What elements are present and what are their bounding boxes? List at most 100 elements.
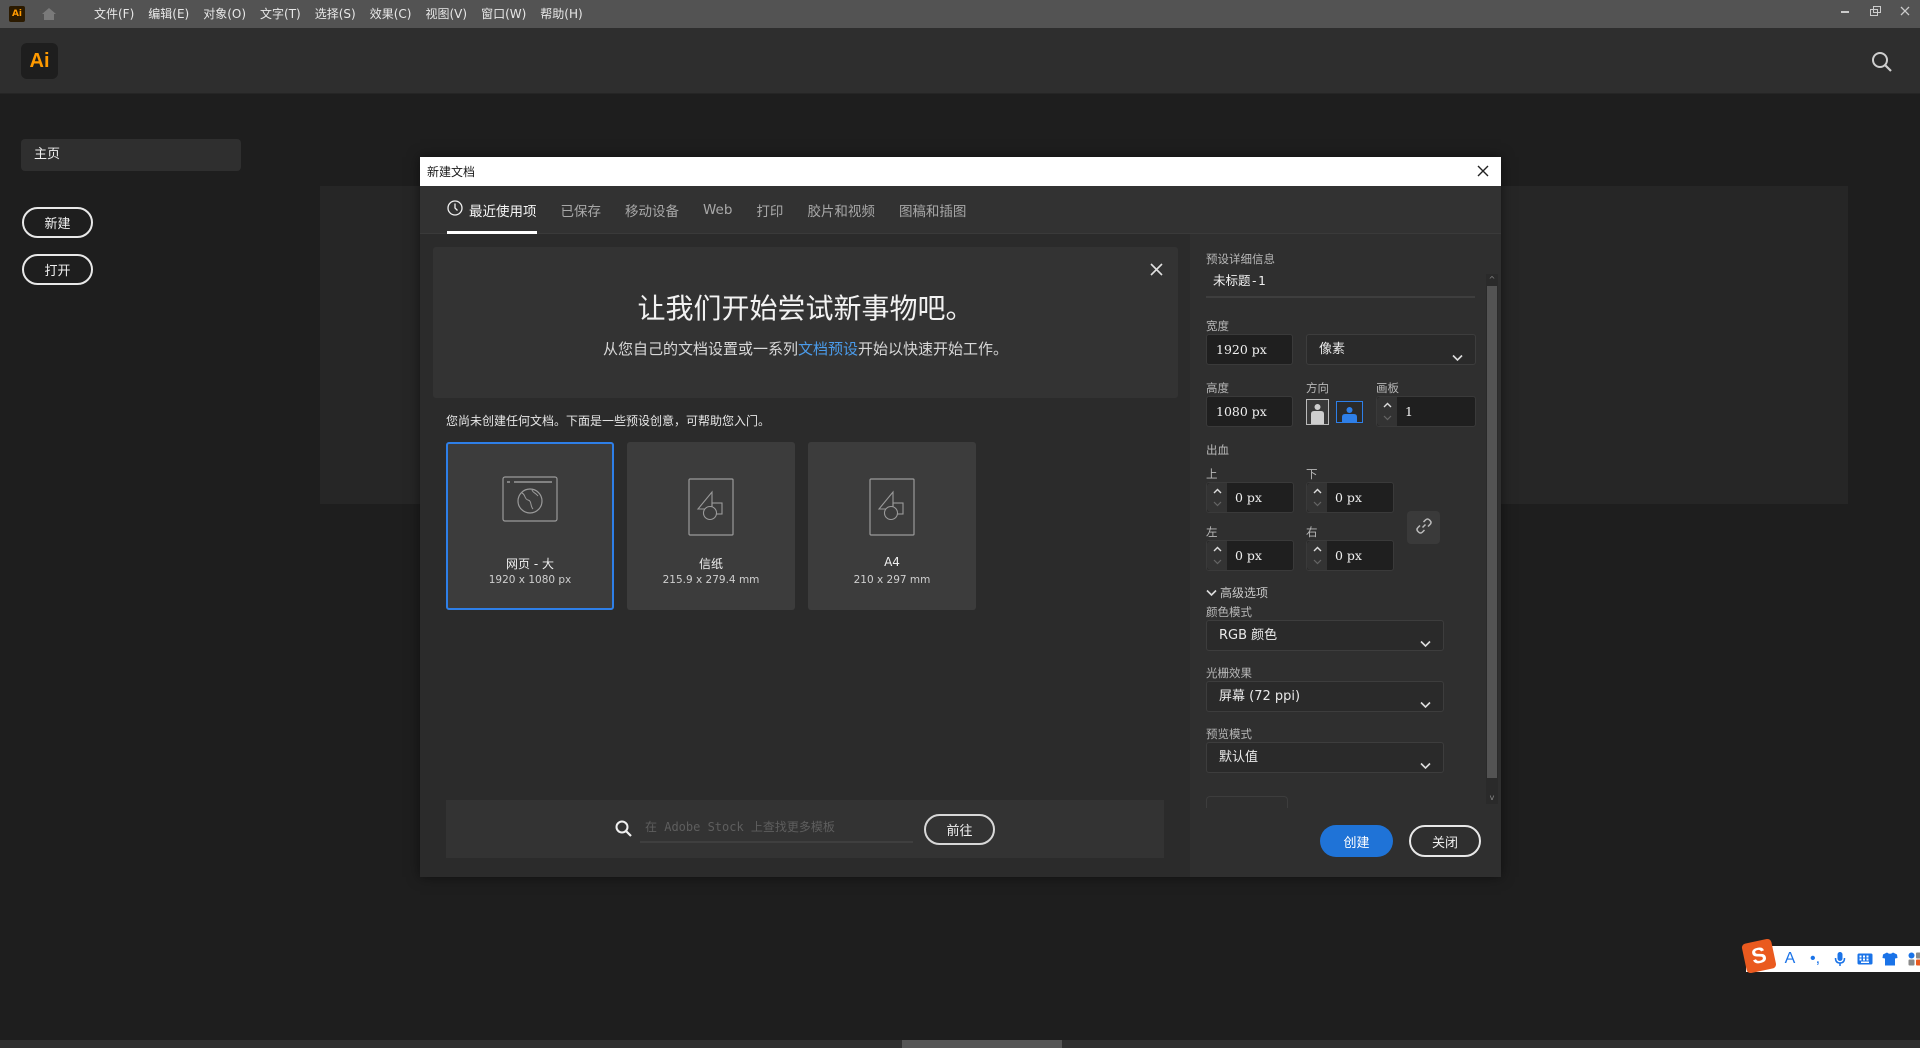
raster-effects-select[interactable]: 屏幕 (72 ppi) xyxy=(1206,681,1444,712)
artboards-value: 1 xyxy=(1405,404,1413,419)
bleed-right-value: 0 px xyxy=(1335,548,1362,563)
sidebar-item-home[interactable]: 主页 xyxy=(21,139,241,171)
more-settings-button[interactable] xyxy=(1206,796,1288,808)
width-label: 宽度 xyxy=(1206,319,1229,333)
microphone-icon[interactable] xyxy=(1832,951,1848,967)
chevron-down-icon[interactable] xyxy=(1377,411,1397,425)
tab-web[interactable]: Web xyxy=(703,186,732,234)
width-input[interactable]: 1920 px xyxy=(1206,334,1293,365)
unit-select[interactable]: 像素 xyxy=(1306,334,1476,365)
stock-search-bar: 前往 xyxy=(446,800,1164,858)
advanced-options-label: 高级选项 xyxy=(1220,586,1269,600)
menu-list: 文件(F) 编辑(E) 对象(O) 文字(T) 选择(S) 效果(C) 视图(V… xyxy=(87,0,590,28)
home-icon[interactable] xyxy=(39,4,59,24)
advanced-options-toggle[interactable]: 高级选项 xyxy=(1206,584,1268,601)
bleed-bottom-stepper[interactable]: 0 px xyxy=(1306,482,1394,513)
chevron-down-icon[interactable] xyxy=(1307,497,1327,511)
skin-shirt-icon[interactable] xyxy=(1882,952,1898,966)
tab-mobile[interactable]: 移动设备 xyxy=(625,186,679,234)
tab-saved[interactable]: 已保存 xyxy=(561,186,602,234)
link-bleed-button[interactable] xyxy=(1407,511,1440,544)
bleed-top-stepper[interactable]: 0 px xyxy=(1206,482,1294,513)
menu-edit[interactable]: 编辑(E) xyxy=(141,0,196,28)
minimize-button[interactable] xyxy=(1830,0,1860,22)
scrollbar-thumb[interactable] xyxy=(1487,286,1497,778)
preview-mode-select[interactable]: 默认值 xyxy=(1206,742,1444,773)
preset-name: 网页 - 大 xyxy=(506,557,554,571)
bleed-left-label: 左 xyxy=(1206,525,1218,539)
menu-effect[interactable]: 效果(C) xyxy=(363,0,419,28)
stepper-arrows xyxy=(1207,483,1227,512)
search-icon[interactable] xyxy=(1870,50,1894,74)
document-name-input[interactable]: 未标题-1 xyxy=(1206,264,1475,298)
scroll-up-icon[interactable]: ^ xyxy=(1486,274,1498,286)
preset-size: 1920 x 1080 px xyxy=(488,574,572,586)
stock-search-input[interactable] xyxy=(640,813,913,843)
preview-mode-value: 默认值 xyxy=(1219,750,1259,765)
chevron-up-icon[interactable] xyxy=(1207,542,1227,556)
color-mode-select[interactable]: RGB 颜色 xyxy=(1206,620,1444,651)
chevron-down-icon xyxy=(1420,691,1431,720)
dialog-close-icon[interactable] xyxy=(1473,161,1493,181)
keyboard-icon[interactable] xyxy=(1857,953,1873,965)
sogou-logo-icon[interactable]: S xyxy=(1741,938,1777,974)
menu-select[interactable]: 选择(S) xyxy=(308,0,363,28)
menu-window[interactable]: 窗口(W) xyxy=(474,0,533,28)
chevron-down-icon[interactable] xyxy=(1307,555,1327,569)
color-mode-label: 颜色模式 xyxy=(1206,605,1252,619)
bleed-bottom-value: 0 px xyxy=(1335,490,1362,505)
preset-name: A4 xyxy=(884,555,900,569)
create-button[interactable]: 创建 xyxy=(1320,825,1393,857)
close-button[interactable]: 关闭 xyxy=(1409,825,1481,857)
menu-view[interactable]: 视图(V) xyxy=(418,0,474,28)
tab-film-video[interactable]: 胶片和视频 xyxy=(807,186,875,234)
preset-card-a4[interactable]: A4 210 x 297 mm xyxy=(808,442,976,610)
document-presets-link[interactable]: 文档预设 xyxy=(798,340,858,358)
artboards-stepper[interactable]: 1 xyxy=(1376,396,1476,427)
banner-subtitle: 从您自己的文档设置或一系列文档预设开始以快速开始工作。 xyxy=(433,338,1178,359)
go-button[interactable]: 前往 xyxy=(924,814,995,845)
portrait-orientation-button[interactable] xyxy=(1306,399,1329,425)
scroll-down-icon[interactable]: v xyxy=(1486,792,1498,804)
chevron-down-icon[interactable] xyxy=(1207,497,1227,511)
chevron-up-icon[interactable] xyxy=(1307,484,1327,498)
menu-object[interactable]: 对象(O) xyxy=(196,0,253,28)
window-close-button[interactable] xyxy=(1890,0,1920,22)
preset-size: 210 x 297 mm xyxy=(853,574,931,586)
menu-help[interactable]: 帮助(H) xyxy=(533,0,589,28)
menu-type[interactable]: 文字(T) xyxy=(253,0,308,28)
new-button[interactable]: 新建 xyxy=(22,207,93,238)
app-header: Ai xyxy=(0,28,1920,94)
landscape-orientation-button[interactable] xyxy=(1336,401,1363,423)
welcome-banner: 让我们开始尝试新事物吧。 从您自己的文档设置或一系列文档预设开始以快速开始工作。 xyxy=(433,247,1178,398)
document-shapes-icon xyxy=(869,478,915,540)
empty-note: 您尚未创建任何文档。下面是一些预设创意，可帮助您入门。 xyxy=(446,414,771,428)
preset-tabs: 最近使用项 已保存 移动设备 Web 打印 胶片和视频 图稿和插图 xyxy=(420,186,1501,234)
tab-art-illustration[interactable]: 图稿和插图 xyxy=(899,186,967,234)
ime-language-icon[interactable]: A xyxy=(1782,950,1798,968)
details-scrollbar[interactable]: ^ v xyxy=(1486,274,1498,804)
tab-recent[interactable]: 最近使用项 xyxy=(447,186,537,234)
apps-grid-icon[interactable] xyxy=(1907,952,1920,966)
tab-print[interactable]: 打印 xyxy=(756,186,783,234)
banner-close-icon[interactable] xyxy=(1146,259,1166,279)
preset-card-letter[interactable]: 信纸 215.9 x 279.4 mm xyxy=(627,442,795,610)
menu-file[interactable]: 文件(F) xyxy=(87,0,141,28)
height-input[interactable]: 1080 px xyxy=(1206,396,1293,427)
bleed-right-stepper[interactable]: 0 px xyxy=(1306,540,1394,571)
ime-punctuation-icon[interactable]: •, xyxy=(1807,950,1823,968)
horizontal-scrollbar[interactable] xyxy=(902,1040,1062,1048)
open-button[interactable]: 打开 xyxy=(22,254,93,285)
chevron-up-icon[interactable] xyxy=(1207,484,1227,498)
stepper-arrows xyxy=(1377,397,1397,426)
chevron-up-icon[interactable] xyxy=(1307,542,1327,556)
ai-logo: Ai xyxy=(21,43,58,79)
preset-card-web-large[interactable]: 网页 - 大 1920 x 1080 px xyxy=(446,442,614,610)
bleed-left-stepper[interactable]: 0 px xyxy=(1206,540,1294,571)
color-mode-value: RGB 颜色 xyxy=(1219,628,1278,643)
restore-button[interactable] xyxy=(1860,0,1890,22)
bottom-bar xyxy=(0,1040,1920,1048)
chevron-down-icon[interactable] xyxy=(1207,555,1227,569)
chevron-up-icon[interactable] xyxy=(1377,398,1397,412)
bleed-label: 出血 xyxy=(1206,443,1229,457)
